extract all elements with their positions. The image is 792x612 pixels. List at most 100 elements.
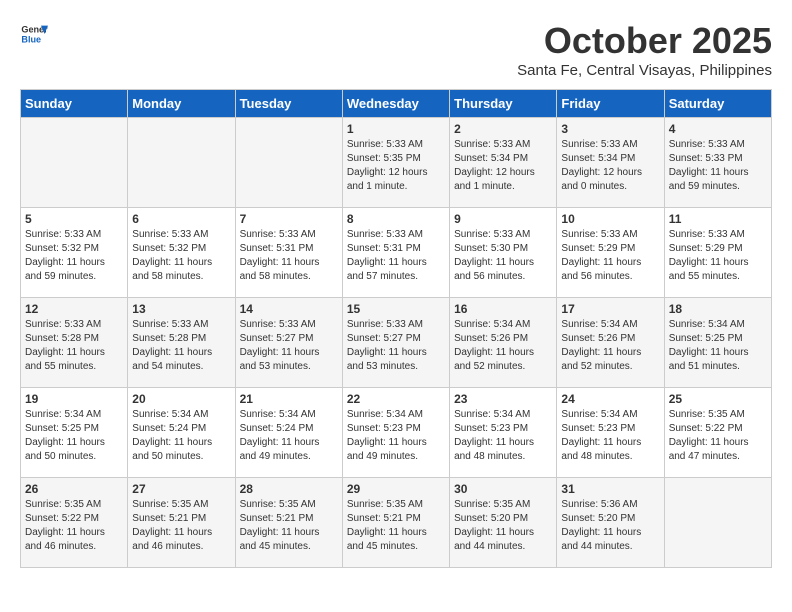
calendar-week-4: 19 Sunrise: 5:34 AM Sunset: 5:25 PM Dayli… <box>21 388 772 478</box>
day-number: 30 <box>454 482 552 496</box>
day-info: Sunrise: 5:33 AM Sunset: 5:32 PM Dayligh… <box>25 228 123 284</box>
weekday-header-thursday: Thursday <box>450 90 557 118</box>
day-number: 22 <box>347 392 445 406</box>
day-info: Sunrise: 5:33 AM Sunset: 5:33 PM Dayligh… <box>669 138 767 194</box>
day-number: 14 <box>240 302 338 316</box>
calendar-cell: 7Sunrise: 5:33 AM Sunset: 5:31 PM Daylig… <box>235 208 342 298</box>
weekday-header-sunday: Sunday <box>21 90 128 118</box>
calendar-header: SundayMondayTuesdayWednesdayThursdayFrid… <box>21 90 772 118</box>
calendar-cell: 16 Sunrise: 5:34 AM Sunset: 5:26 PM Dayli… <box>450 298 557 388</box>
calendar-cell: 4 Sunrise: 5:33 AM Sunset: 5:33 PM Daylig… <box>664 118 771 208</box>
day-info: Sunrise: 5:33 AM Sunset: 5:31 PM Dayligh… <box>240 228 338 284</box>
calendar-cell: 10Sunrise: 5:33 AM Sunset: 5:29 PM Dayli… <box>557 208 664 298</box>
day-number: 26 <box>25 482 123 496</box>
calendar-cell: 23 Sunrise: 5:34 AM Sunset: 5:23 PM Dayli… <box>450 388 557 478</box>
day-number: 19 <box>25 392 123 406</box>
day-number: 5 <box>25 212 123 226</box>
day-info: Sunrise: 5:33 AM Sunset: 5:28 PM Dayligh… <box>25 318 123 374</box>
day-info: Sunrise: 5:34 AM Sunset: 5:25 PM Dayligh… <box>669 318 767 374</box>
day-info: Sunrise: 5:34 AM Sunset: 5:23 PM Dayligh… <box>561 408 659 464</box>
subtitle: Santa Fe, Central Visayas, Philippines <box>517 62 772 79</box>
day-number: 27 <box>132 482 230 496</box>
title-area: October 2025 Santa Fe, Central Visayas, … <box>517 20 772 79</box>
calendar-cell: 6 Sunrise: 5:33 AM Sunset: 5:32 PM Daylig… <box>128 208 235 298</box>
header: General Blue October 2025 Santa Fe, Cent… <box>20 20 772 79</box>
day-number: 21 <box>240 392 338 406</box>
day-info: Sunrise: 5:35 AM Sunset: 5:20 PM Dayligh… <box>454 498 552 554</box>
calendar-cell: 17 Sunrise: 5:34 AM Sunset: 5:26 PM Dayli… <box>557 298 664 388</box>
day-number: 16 <box>454 302 552 316</box>
calendar-cell: 30 Sunrise: 5:35 AM Sunset: 5:20 PM Dayli… <box>450 478 557 568</box>
svg-text:Blue: Blue <box>21 34 41 44</box>
calendar-week-3: 12 Sunrise: 5:33 AM Sunset: 5:28 PM Dayli… <box>21 298 772 388</box>
day-number: 9 <box>454 212 552 226</box>
calendar-cell: 22 Sunrise: 5:34 AM Sunset: 5:23 PM Dayli… <box>342 388 449 478</box>
weekday-header-monday: Monday <box>128 90 235 118</box>
calendar-cell: 27 Sunrise: 5:35 AM Sunset: 5:21 PM Dayli… <box>128 478 235 568</box>
day-number: 17 <box>561 302 659 316</box>
day-number: 2 <box>454 122 552 136</box>
day-info: Sunrise: 5:36 AM Sunset: 5:20 PM Dayligh… <box>561 498 659 554</box>
day-number: 18 <box>669 302 767 316</box>
calendar-cell: 18 Sunrise: 5:34 AM Sunset: 5:25 PM Dayli… <box>664 298 771 388</box>
day-number: 13 <box>132 302 230 316</box>
day-info: Sunrise: 5:35 AM Sunset: 5:21 PM Dayligh… <box>347 498 445 554</box>
calendar-cell <box>235 118 342 208</box>
day-info: Sunrise: 5:34 AM Sunset: 5:24 PM Dayligh… <box>132 408 230 464</box>
weekday-row: SundayMondayTuesdayWednesdayThursdayFrid… <box>21 90 772 118</box>
day-info: Sunrise: 5:34 AM Sunset: 5:26 PM Dayligh… <box>454 318 552 374</box>
calendar-cell: 24Sunrise: 5:34 AM Sunset: 5:23 PM Dayli… <box>557 388 664 478</box>
calendar-cell: 31Sunrise: 5:36 AM Sunset: 5:20 PM Dayli… <box>557 478 664 568</box>
day-number: 4 <box>669 122 767 136</box>
calendar-week-2: 5 Sunrise: 5:33 AM Sunset: 5:32 PM Daylig… <box>21 208 772 298</box>
day-number: 15 <box>347 302 445 316</box>
day-number: 1 <box>347 122 445 136</box>
calendar-cell: 13 Sunrise: 5:33 AM Sunset: 5:28 PM Dayli… <box>128 298 235 388</box>
day-number: 20 <box>132 392 230 406</box>
day-info: Sunrise: 5:33 AM Sunset: 5:32 PM Dayligh… <box>132 228 230 284</box>
day-info: Sunrise: 5:33 AM Sunset: 5:35 PM Dayligh… <box>347 138 445 194</box>
calendar-cell: 21Sunrise: 5:34 AM Sunset: 5:24 PM Dayli… <box>235 388 342 478</box>
calendar-cell <box>664 478 771 568</box>
day-info: Sunrise: 5:34 AM Sunset: 5:23 PM Dayligh… <box>454 408 552 464</box>
weekday-header-wednesday: Wednesday <box>342 90 449 118</box>
day-number: 12 <box>25 302 123 316</box>
calendar-body: 1 Sunrise: 5:33 AM Sunset: 5:35 PM Daylig… <box>21 118 772 568</box>
day-number: 11 <box>669 212 767 226</box>
calendar-cell: 3 Sunrise: 5:33 AM Sunset: 5:34 PM Daylig… <box>557 118 664 208</box>
calendar-cell <box>21 118 128 208</box>
calendar-table: SundayMondayTuesdayWednesdayThursdayFrid… <box>20 89 772 568</box>
day-info: Sunrise: 5:33 AM Sunset: 5:28 PM Dayligh… <box>132 318 230 374</box>
calendar-cell: 5 Sunrise: 5:33 AM Sunset: 5:32 PM Daylig… <box>21 208 128 298</box>
day-number: 8 <box>347 212 445 226</box>
calendar-cell <box>128 118 235 208</box>
calendar-cell: 19 Sunrise: 5:34 AM Sunset: 5:25 PM Dayli… <box>21 388 128 478</box>
calendar-week-1: 1 Sunrise: 5:33 AM Sunset: 5:35 PM Daylig… <box>21 118 772 208</box>
day-info: Sunrise: 5:34 AM Sunset: 5:23 PM Dayligh… <box>347 408 445 464</box>
day-info: Sunrise: 5:33 AM Sunset: 5:30 PM Dayligh… <box>454 228 552 284</box>
day-info: Sunrise: 5:33 AM Sunset: 5:29 PM Dayligh… <box>669 228 767 284</box>
day-info: Sunrise: 5:33 AM Sunset: 5:34 PM Dayligh… <box>454 138 552 194</box>
calendar-cell: 8 Sunrise: 5:33 AM Sunset: 5:31 PM Daylig… <box>342 208 449 298</box>
day-info: Sunrise: 5:35 AM Sunset: 5:22 PM Dayligh… <box>669 408 767 464</box>
calendar-cell: 9 Sunrise: 5:33 AM Sunset: 5:30 PM Daylig… <box>450 208 557 298</box>
day-number: 3 <box>561 122 659 136</box>
day-info: Sunrise: 5:33 AM Sunset: 5:31 PM Dayligh… <box>347 228 445 284</box>
day-number: 10 <box>561 212 659 226</box>
month-title: October 2025 <box>517 20 772 62</box>
day-number: 6 <box>132 212 230 226</box>
calendar-cell: 14 Sunrise: 5:33 AM Sunset: 5:27 PM Dayli… <box>235 298 342 388</box>
calendar-cell: 2 Sunrise: 5:33 AM Sunset: 5:34 PM Daylig… <box>450 118 557 208</box>
calendar-cell: 20 Sunrise: 5:34 AM Sunset: 5:24 PM Dayli… <box>128 388 235 478</box>
calendar-cell: 28Sunrise: 5:35 AM Sunset: 5:21 PM Dayli… <box>235 478 342 568</box>
day-info: Sunrise: 5:35 AM Sunset: 5:21 PM Dayligh… <box>132 498 230 554</box>
day-number: 23 <box>454 392 552 406</box>
weekday-header-friday: Friday <box>557 90 664 118</box>
day-info: Sunrise: 5:34 AM Sunset: 5:26 PM Dayligh… <box>561 318 659 374</box>
calendar-cell: 12 Sunrise: 5:33 AM Sunset: 5:28 PM Dayli… <box>21 298 128 388</box>
calendar-cell: 25Sunrise: 5:35 AM Sunset: 5:22 PM Dayli… <box>664 388 771 478</box>
day-info: Sunrise: 5:34 AM Sunset: 5:25 PM Dayligh… <box>25 408 123 464</box>
day-info: Sunrise: 5:33 AM Sunset: 5:34 PM Dayligh… <box>561 138 659 194</box>
weekday-header-saturday: Saturday <box>664 90 771 118</box>
day-info: Sunrise: 5:33 AM Sunset: 5:27 PM Dayligh… <box>240 318 338 374</box>
